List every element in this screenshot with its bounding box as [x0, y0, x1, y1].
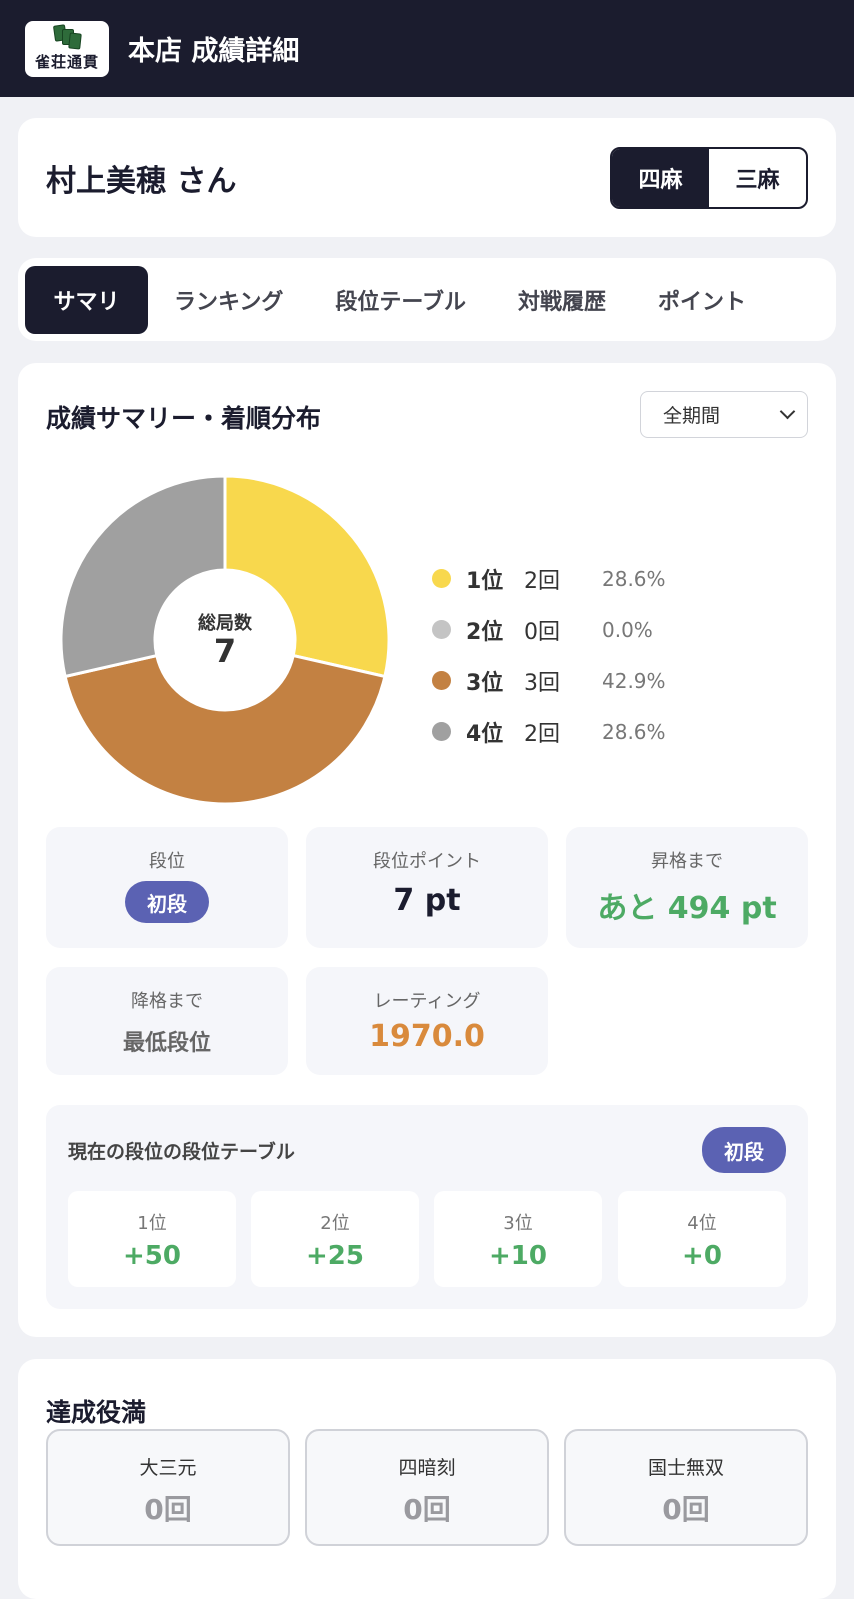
yakuman-count: 0回: [403, 1493, 451, 1526]
stat-rank-points: 段位ポイント 7 pt: [306, 827, 548, 948]
legend-row: 1位 2回 28.6%: [432, 553, 666, 604]
yakuman-item: 四暗刻 0回: [305, 1429, 549, 1546]
placement-donut-chart: 総局数 7: [59, 474, 391, 806]
rank-table-section: 現在の段位の段位テーブル 初段 1位 +50 2位 +25 3位 +10 4位 …: [46, 1105, 808, 1309]
yakuman-name: 国士無双: [647, 1457, 724, 1479]
user-name: 村上美穂 さん: [46, 163, 237, 199]
legend-dot: [432, 620, 451, 639]
stat-demote-value: 最低段位: [122, 1031, 211, 1056]
yakuman-name: 大三元: [139, 1457, 197, 1479]
legend-row: 4位 2回 28.6%: [432, 706, 666, 757]
tab-ranking[interactable]: ランキング: [148, 266, 309, 334]
legend-rank: 4位: [466, 721, 504, 747]
rank-table-cell: 2位 +25: [251, 1191, 419, 1287]
legend-percent: 42.9%: [602, 668, 666, 693]
rank-table-points: +50: [123, 1241, 181, 1271]
legend-rank: 3位: [466, 670, 504, 696]
stat-promote-value: あと 494 pt: [597, 891, 777, 926]
stat-demote-label: 降格まで: [131, 991, 203, 1012]
legend-count: 2回: [524, 721, 560, 747]
chevron-down-icon: [779, 403, 796, 420]
mode-four-player-button[interactable]: 四麻: [612, 148, 709, 207]
yakuman-count: 0回: [662, 1493, 710, 1526]
legend-percent: 0.0%: [602, 617, 653, 642]
yakuman-title: 達成役満: [46, 1398, 147, 1427]
rank-table-place: 1位: [137, 1213, 167, 1234]
mode-toggle: 四麻 三麻: [610, 146, 808, 209]
summary-card: 成績サマリー・着順分布 全期間 総局数 7 1位 2回 28.6% 2位 0回 …: [18, 363, 836, 1337]
rank-table-cell: 3位 +10: [434, 1191, 602, 1287]
legend-dot: [432, 569, 451, 588]
user-card: 村上美穂 さん 四麻 三麻: [18, 118, 836, 237]
rank-table-place: 4位: [687, 1213, 717, 1234]
tab-rank-table[interactable]: 段位テーブル: [309, 266, 492, 334]
stat-promote-label: 昇格まで: [651, 851, 723, 872]
legend-percent: 28.6%: [602, 566, 666, 591]
rank-table-place: 2位: [320, 1213, 350, 1234]
rank-table-title: 現在の段位の段位テーブル: [68, 1141, 295, 1163]
rank-table-cell: 4位 +0: [618, 1191, 786, 1287]
legend-count: 2回: [524, 568, 560, 594]
tab-summary[interactable]: サマリ: [25, 265, 148, 334]
legend-count: 0回: [524, 619, 560, 645]
legend-rank: 2位: [466, 619, 504, 645]
summary-title: 成績サマリー・着順分布: [46, 404, 322, 433]
mode-three-player-button[interactable]: 三麻: [709, 149, 806, 207]
stat-rank: 段位 初段: [46, 827, 288, 948]
rank-table-badge: 初段: [702, 1127, 786, 1173]
rank-table-points: +10: [489, 1241, 547, 1271]
stat-rating: レーティング 1970.0: [306, 967, 548, 1075]
stat-demotion: 降格まで 最低段位: [46, 967, 288, 1075]
legend-dot: [432, 671, 451, 690]
stat-rating-value: 1970.0: [369, 1019, 485, 1054]
logo-text: 雀荘通貫: [34, 53, 99, 71]
mahjong-tiles-icon: [52, 24, 82, 50]
stat-rank-label: 段位: [149, 851, 185, 872]
tab-bar: サマリ ランキング 段位テーブル 対戦履歴 ポイント: [18, 258, 836, 341]
legend-row: 2位 0回 0.0%: [432, 604, 666, 655]
tab-match-history[interactable]: 対戦履歴: [492, 266, 632, 334]
page-title: 本店 成績詳細: [128, 36, 300, 67]
app-logo[interactable]: 雀荘通貫: [25, 20, 109, 77]
yakuman-card: 達成役満 大三元 0回 四暗刻 0回 国士無双 0回: [18, 1359, 836, 1599]
yakuman-count: 0回: [144, 1493, 192, 1526]
chart-legend: 1位 2回 28.6% 2位 0回 0.0% 3位 3回 42.9% 4位 2回…: [432, 553, 666, 757]
app-header: 雀荘通貫 本店 成績詳細: [0, 0, 854, 97]
rank-table-cell: 1位 +50: [68, 1191, 236, 1287]
stat-points-value: 7 pt: [393, 883, 461, 918]
legend-row: 3位 3回 42.9%: [432, 655, 666, 706]
stat-rating-label: レーティング: [373, 991, 481, 1012]
rank-table-points: +0: [682, 1241, 722, 1271]
period-select-value: 全期間: [663, 405, 721, 427]
legend-dot: [432, 722, 451, 741]
stat-promotion: 昇格まで あと 494 pt: [566, 827, 808, 948]
rank-table-points: +25: [306, 1241, 364, 1271]
donut-center: 総局数 7: [60, 475, 390, 805]
legend-count: 3回: [524, 670, 560, 696]
tab-points[interactable]: ポイント: [632, 266, 772, 334]
rank-table-place: 3位: [503, 1213, 533, 1234]
yakuman-item: 大三元 0回: [46, 1429, 290, 1546]
legend-rank: 1位: [466, 568, 504, 594]
yakuman-item: 国士無双 0回: [564, 1429, 808, 1546]
legend-percent: 28.6%: [602, 719, 666, 744]
total-games-value: 7: [213, 632, 237, 670]
rank-badge: 初段: [125, 881, 209, 923]
period-select[interactable]: 全期間: [640, 391, 808, 438]
stat-points-label: 段位ポイント: [373, 851, 481, 872]
yakuman-name: 四暗刻: [398, 1457, 456, 1479]
